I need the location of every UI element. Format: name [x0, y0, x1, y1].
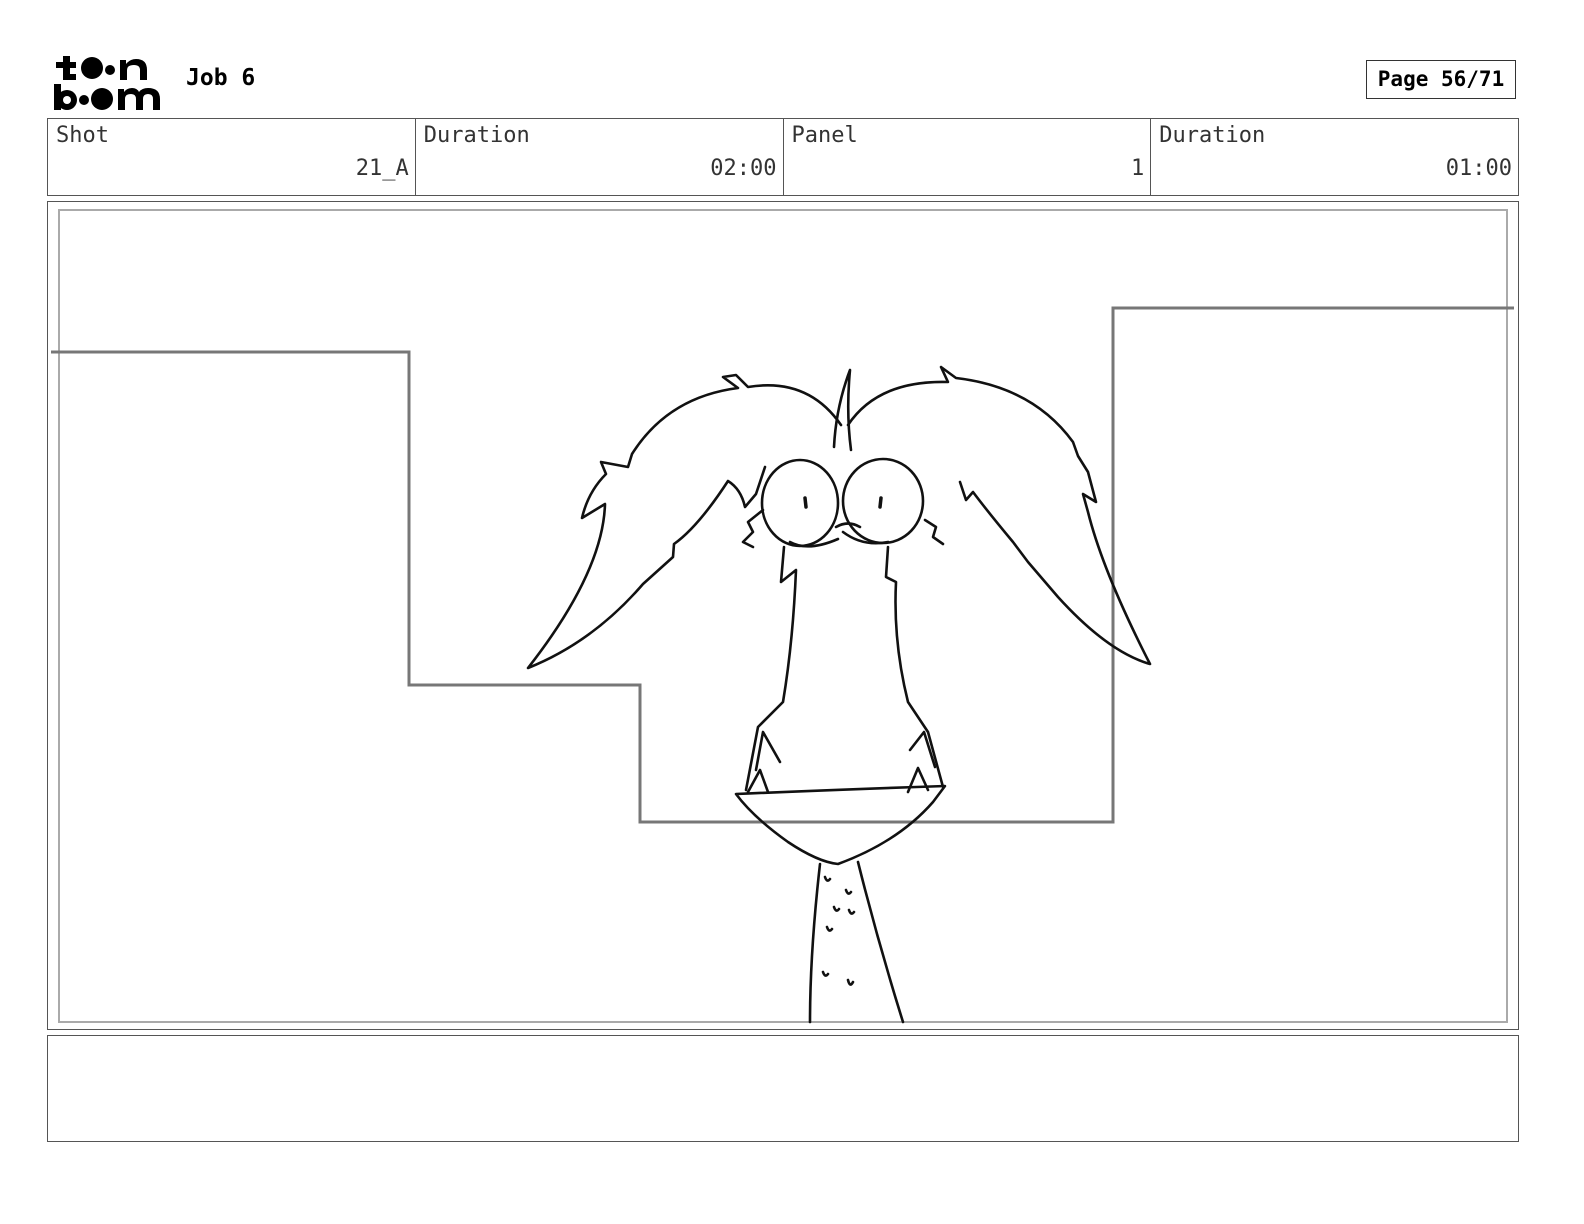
storyboard-sketch-creature-icon [51, 209, 1514, 1024]
shot-info-table: Shot 21_A Duration 02:00 Panel 1 Duratio… [47, 118, 1519, 196]
toon-boom-logo-icon [54, 56, 160, 110]
panel-duration-cell: Duration 01:00 [1151, 119, 1518, 195]
panel-duration-value: 01:00 [1445, 156, 1512, 181]
panel-value: 1 [1131, 156, 1145, 181]
shot-cell: Shot 21_A [48, 119, 416, 195]
shot-duration-cell: Duration 02:00 [416, 119, 784, 195]
panel-cell: Panel 1 [784, 119, 1152, 195]
panel-label: Panel [791, 123, 858, 148]
panel-notes [47, 1035, 1519, 1142]
shot-label: Shot [56, 123, 109, 148]
shot-duration-value: 02:00 [710, 156, 777, 181]
panel-duration-label: Duration [1159, 123, 1266, 148]
toon-boom-logo [52, 52, 164, 112]
shot-duration-label: Duration [423, 123, 530, 148]
page-number: Page 56/71 [1366, 60, 1516, 99]
storyboard-panel [47, 201, 1519, 1030]
job-title: Job 6 [186, 65, 256, 91]
shot-value: 21_A [355, 156, 409, 181]
